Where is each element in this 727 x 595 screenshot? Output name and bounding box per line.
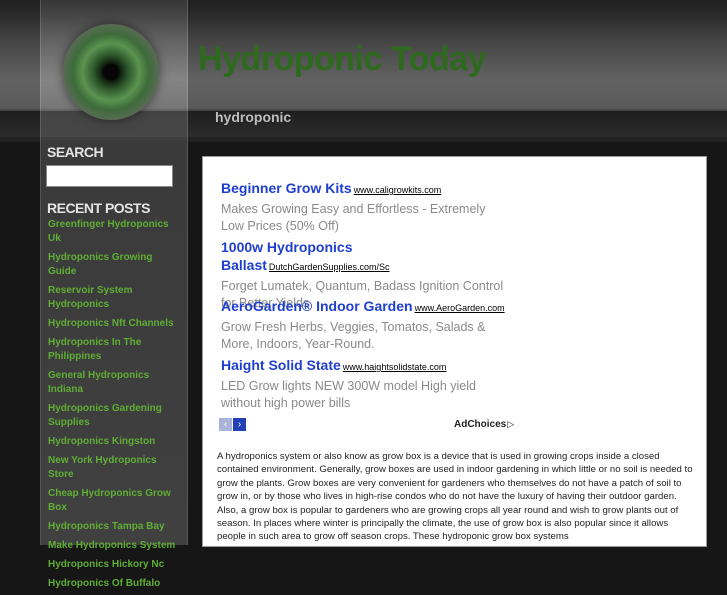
ad-block: Beginner Grow Kits www.caligrowkits.com M… <box>221 180 521 235</box>
post-link[interactable]: Greenfinger Hydroponics Uk <box>48 219 169 244</box>
adchoices-icon: ▷ <box>507 419 515 429</box>
list-item: Reservoir System Hydroponics <box>48 283 178 311</box>
ad-description: Makes Growing Easy and Effortless - Extr… <box>221 202 486 233</box>
ad-title-link[interactable]: AeroGarden® Indoor Garden <box>221 298 413 314</box>
list-item: Make Hydroponics System <box>48 538 178 552</box>
article-body: A hydroponics system or also know as gro… <box>217 451 693 543</box>
ad-block: AeroGarden® Indoor Garden www.AeroGarden.… <box>221 298 521 353</box>
post-link[interactable]: General Hydroponics Indiana <box>48 370 149 395</box>
ad-url-link[interactable]: www.haightsolidstate.com <box>343 362 447 372</box>
recent-posts-list: Greenfinger Hydroponics Uk Hydroponics G… <box>48 217 178 595</box>
ad-block: Haight Solid State www.haightsolidstate.c… <box>221 357 521 412</box>
list-item: Hydroponics Growing Guide <box>48 250 178 278</box>
post-link[interactable]: Hydroponics Hickory Nc <box>48 559 164 570</box>
ad-title-link[interactable]: Haight Solid State <box>221 357 341 373</box>
list-item: Hydroponics Of Buffalo <box>48 576 178 590</box>
list-item: Hydroponics Hickory Nc <box>48 557 178 571</box>
main-content: Beginner Grow Kits www.caligrowkits.com M… <box>202 156 707 547</box>
post-link[interactable]: Hydroponics Growing Guide <box>48 252 152 277</box>
site-header: Hydroponic Today hydroponic <box>0 0 727 142</box>
list-item: Hydroponics Tampa Bay <box>48 519 178 533</box>
list-item: Cheap Hydroponics Grow Box <box>48 486 178 514</box>
adchoices-label: AdChoices <box>454 419 507 430</box>
post-link[interactable]: Reservoir System Hydroponics <box>48 285 133 310</box>
ad-description: Grow Fresh Herbs, Veggies, Tomatos, Sala… <box>221 320 486 351</box>
post-link[interactable]: Cheap Hydroponics Grow Box <box>48 488 171 513</box>
next-ad-button[interactable]: › <box>233 418 246 431</box>
eye-logo-icon <box>63 24 159 120</box>
post-link[interactable]: Hydroponics Nft Channels <box>48 318 174 329</box>
post-link[interactable]: Hydroponics Tampa Bay <box>48 521 165 532</box>
ad-url-link[interactable]: www.caligrowkits.com <box>354 185 442 195</box>
ad-navigation: ‹ › <box>219 418 247 436</box>
ad-url-link[interactable]: www.AeroGarden.com <box>415 303 505 313</box>
post-link[interactable]: Hydroponics Gardening Supplies <box>48 403 162 428</box>
search-heading: SEARCH <box>47 144 104 160</box>
post-link[interactable]: Hydroponics Of Buffalo <box>48 578 160 589</box>
site-title[interactable]: Hydroponic Today <box>198 40 486 79</box>
ad-description: LED Grow lights NEW 300W model High yiel… <box>221 379 476 410</box>
ad-url-link[interactable]: DutchGardenSupplies.com/Sc <box>269 262 390 272</box>
post-link[interactable]: New York Hydroponics Store <box>48 455 157 480</box>
list-item: Hydroponics Kingston <box>48 434 178 448</box>
post-link[interactable]: Hydroponics Kingston <box>48 436 155 447</box>
list-item: Hydroponics Nft Channels <box>48 316 178 330</box>
sidebar: SEARCH RECENT POSTS Greenfinger Hydropon… <box>40 142 188 589</box>
post-link[interactable]: Hydroponics In The Philippines <box>48 337 141 362</box>
list-item: Hydroponics Gardening Supplies <box>48 401 178 429</box>
list-item: General Hydroponics Indiana <box>48 368 178 396</box>
prev-ad-button[interactable]: ‹ <box>219 418 232 431</box>
post-link[interactable]: Make Hydroponics System <box>48 540 175 551</box>
ad-title-link[interactable]: Beginner Grow Kits <box>221 180 352 196</box>
search-input[interactable] <box>46 165 173 187</box>
adchoices-link[interactable]: AdChoices▷ <box>454 419 514 430</box>
list-item: New York Hydroponics Store <box>48 453 178 481</box>
site-tagline: hydroponic <box>215 109 292 125</box>
list-item: Hydroponics In The Philippines <box>48 335 178 363</box>
recent-posts-heading: RECENT POSTS <box>47 200 150 216</box>
list-item: Greenfinger Hydroponics Uk <box>48 217 178 245</box>
